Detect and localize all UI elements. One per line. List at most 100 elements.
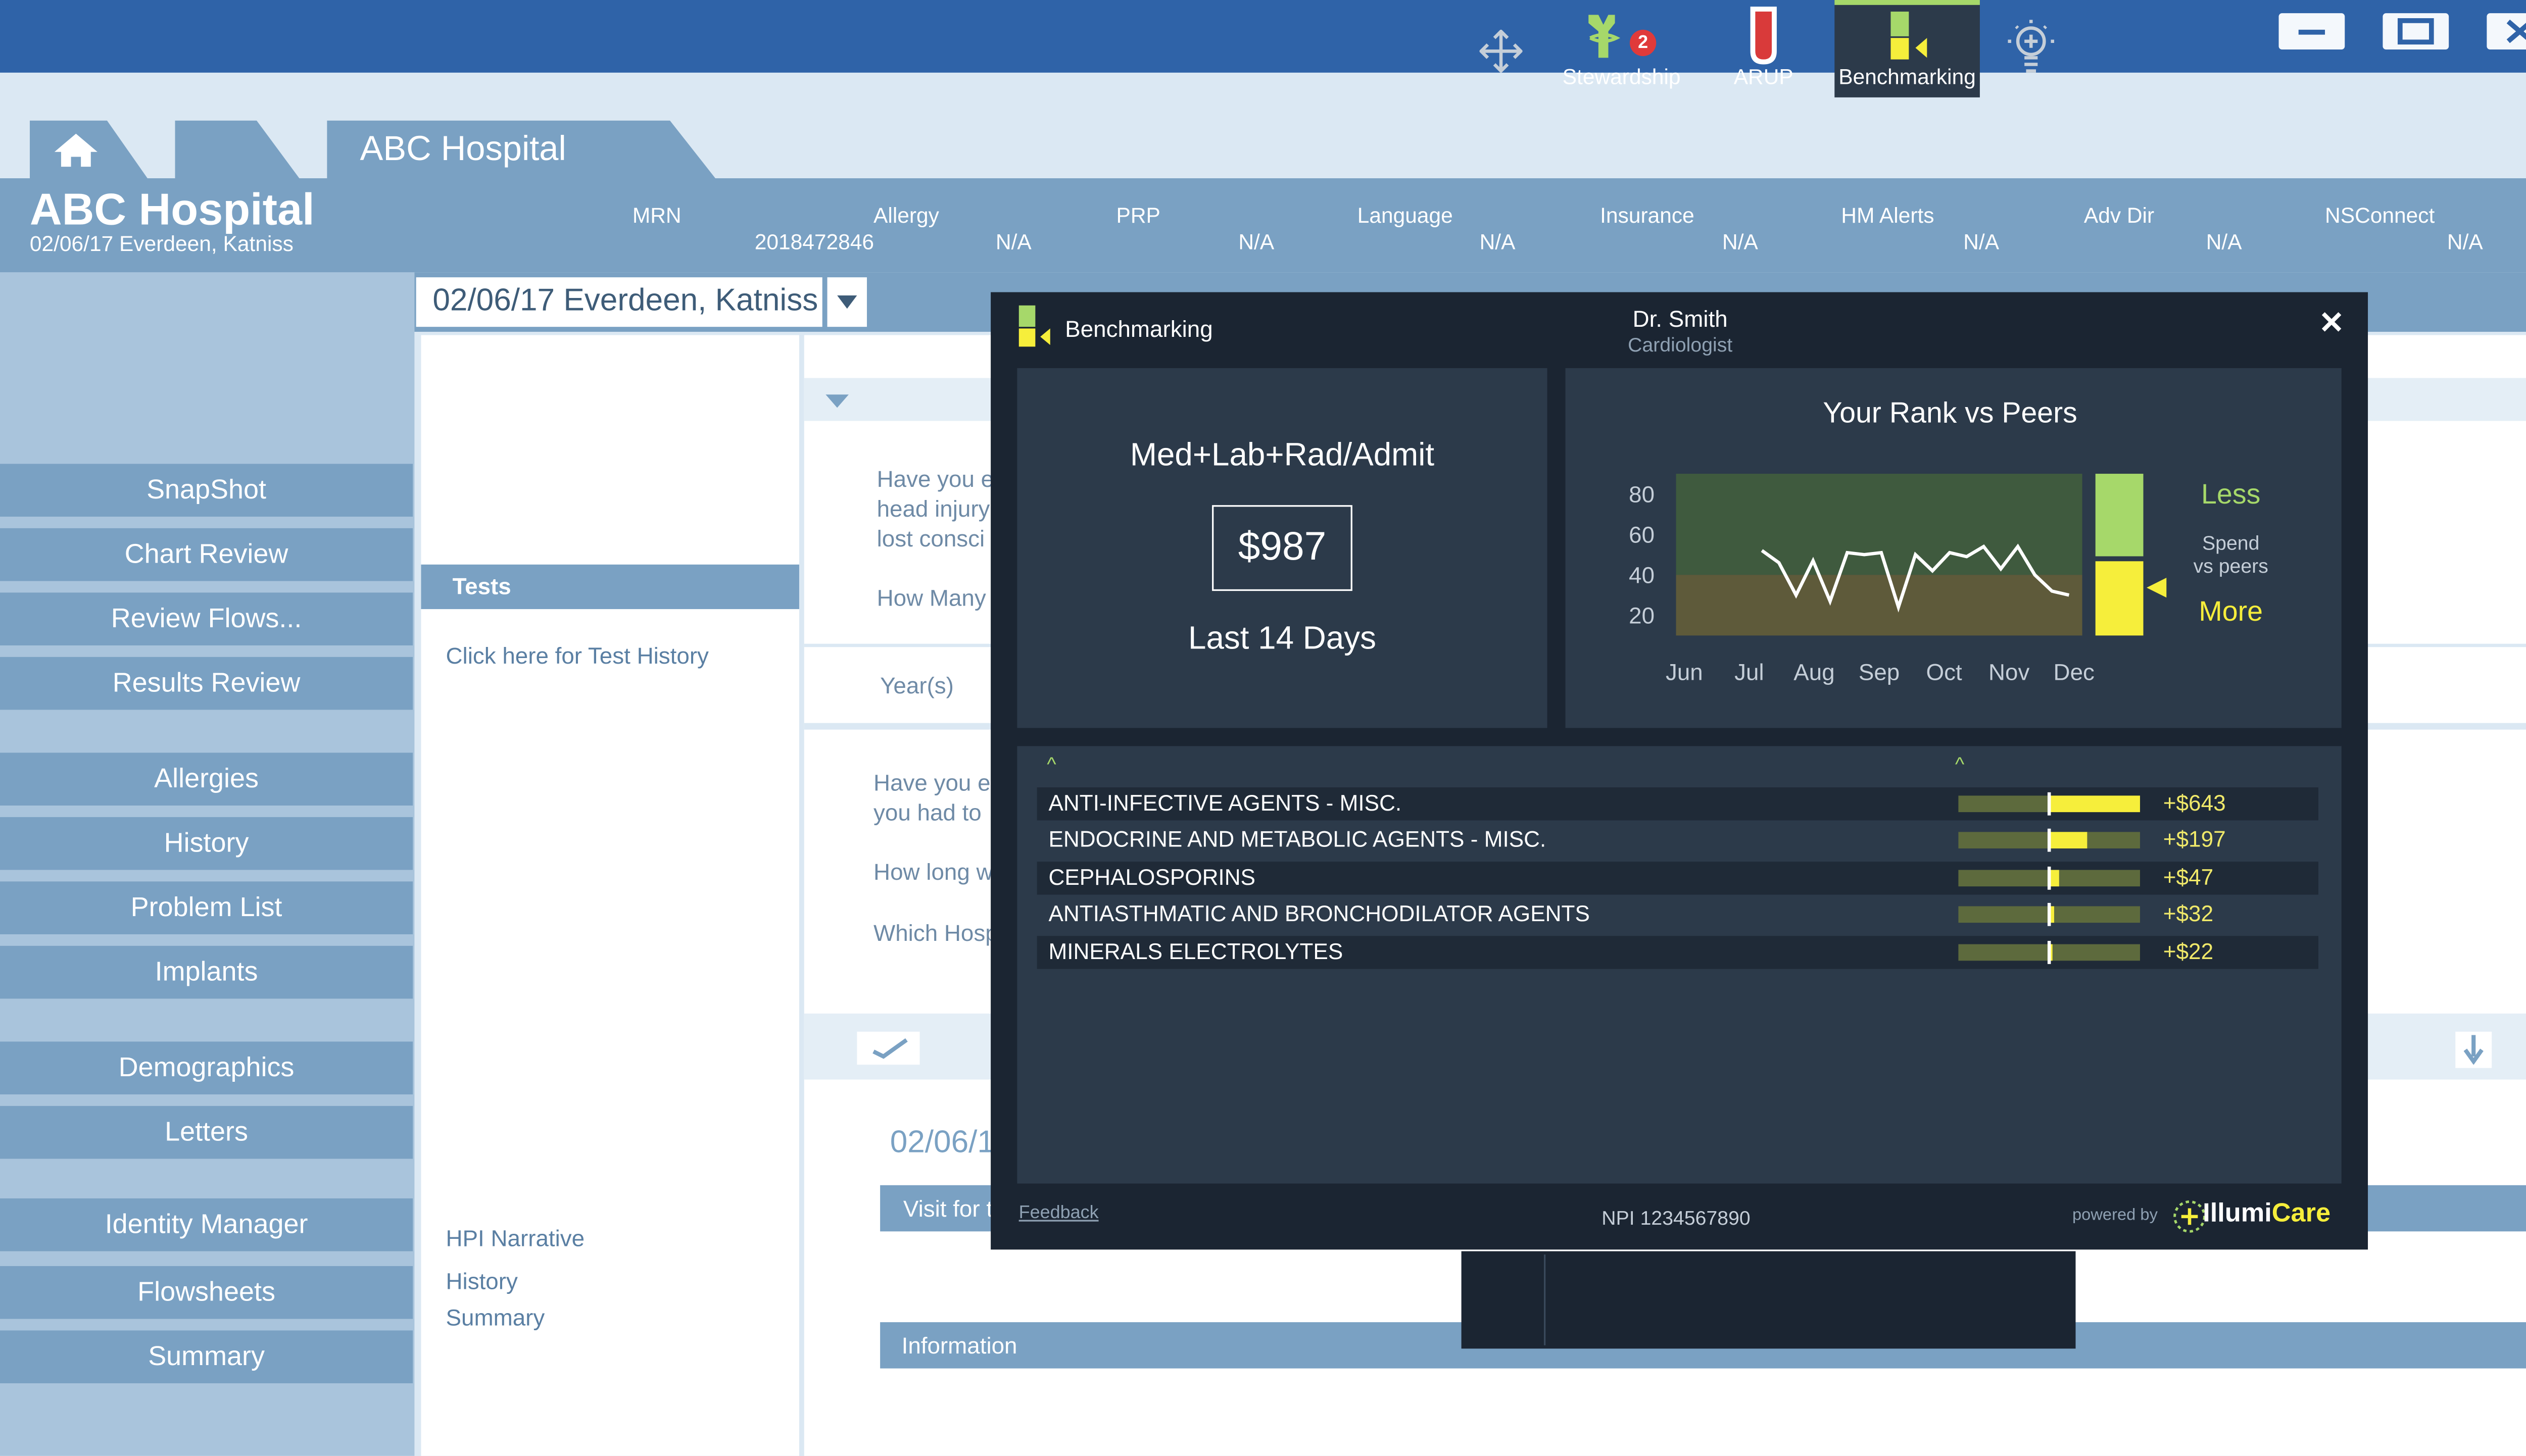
insurance-value: N/A [1722, 229, 1758, 255]
x-tick-label: Sep [1859, 660, 1900, 685]
move-down-button[interactable] [2455, 1031, 2492, 1068]
question-2b: you had to [873, 798, 982, 826]
feedback-link[interactable]: Feedback [1019, 1203, 1099, 1223]
drug-row[interactable]: ENDOCRINE AND METABOLIC AGENTS - MISC. +… [1037, 824, 2318, 857]
overlay-title: Benchmarking [1065, 315, 1213, 342]
hm-alerts-label: HM Alerts [1841, 203, 1934, 228]
less-spend-bar [2095, 474, 2144, 557]
question-1a: Have you e [877, 465, 994, 492]
app-dock [1461, 1251, 2076, 1349]
question-which-hospital: Which Hosp [873, 919, 998, 946]
drug-row[interactable]: ANTIASTHMATIC AND BRONCHODILATOR AGENTS … [1037, 898, 2318, 931]
language-label: Language [1357, 203, 1453, 228]
dock-arup[interactable]: ARUP [1701, 0, 1826, 97]
more-spend-bar [2095, 561, 2144, 636]
tab-abc-hospital[interactable]: ABC Hospital [327, 120, 717, 180]
drug-name: MINERALS ELECTROLYTES [1048, 939, 1343, 964]
nav-identity-manager[interactable]: Identity Manager [0, 1198, 413, 1251]
chevron-down-icon [837, 295, 857, 309]
drug-value: +$22 [2163, 939, 2214, 964]
nav-demographics[interactable]: Demographics [0, 1041, 413, 1095]
drug-row[interactable]: CEPHALOSPORINS +$47 [1037, 862, 2318, 895]
test-tube-icon [1750, 7, 1777, 65]
hm-alerts-value: N/A [1963, 229, 2000, 255]
sort-caret[interactable]: ^ [1955, 752, 1964, 776]
nav-summary[interactable]: Summary [0, 1330, 413, 1384]
collapse-icon[interactable] [825, 394, 849, 409]
bar-midline [2047, 902, 2051, 926]
arup-label: ARUP [1733, 64, 1793, 89]
dock-divider [1544, 1254, 1546, 1345]
x-tick-label: Nov [1988, 660, 2029, 685]
question-2a: Have you e [873, 769, 991, 796]
move-tool[interactable] [1462, 0, 1542, 97]
npi-label: NPI 1234567890 [1601, 1207, 1751, 1230]
patient-selector[interactable]: 02/06/17 Everdeen, Katniss [416, 277, 822, 327]
lightbulb-icon [2008, 20, 2055, 73]
nav-flowsheets[interactable]: Flowsheets [0, 1266, 413, 1319]
drug-row[interactable]: MINERALS ELECTROLYTES +$22 [1037, 936, 2318, 969]
test-history-link[interactable]: Click here for Test History [446, 642, 708, 668]
question-1c: lost consci [877, 525, 985, 551]
spend-bar [1958, 941, 2140, 964]
maximize-button[interactable] [2383, 13, 2449, 50]
dock-ideas[interactable] [1985, 0, 2076, 97]
close-icon [2506, 19, 2526, 43]
drug-value: +$32 [2163, 901, 2214, 926]
close-window-button[interactable] [2487, 13, 2526, 50]
nav-snapshot[interactable]: SnapShot [0, 464, 413, 517]
drug-value: +$47 [2163, 865, 2214, 890]
confirm-button[interactable] [857, 1031, 920, 1065]
nav-review-flows[interactable]: Review Flows... [0, 592, 413, 645]
nav-chart-review[interactable]: Chart Review [0, 528, 413, 581]
nav-problem-list[interactable]: Problem List [0, 881, 413, 934]
allergy-value: N/A [995, 229, 1032, 255]
nav-allergies[interactable]: Allergies [0, 752, 413, 806]
stewardship-label: Stewardship [1562, 64, 1681, 89]
nav-implants[interactable]: Implants [0, 945, 413, 999]
drug-name: ENDOCRINE AND METABOLIC AGENTS - MISC. [1048, 827, 1546, 852]
minimize-button[interactable] [2278, 13, 2345, 50]
header-patient: 02/06/17 Everdeen, Katniss [29, 231, 294, 256]
insurance-label: Insurance [1600, 203, 1694, 228]
spend-bar [1958, 902, 2140, 926]
bar-midline [2047, 941, 2051, 964]
lower-band [1676, 575, 2082, 636]
drug-value: +$643 [2163, 790, 2226, 816]
patient-dropdown[interactable] [827, 277, 867, 327]
tab-home[interactable] [29, 120, 149, 180]
move-icon [1479, 29, 1523, 73]
nav-history[interactable]: History [0, 817, 413, 870]
spend-bar [1958, 828, 2140, 852]
more-label: More [2199, 595, 2263, 628]
brand-part-a: Illumi [2203, 1200, 2272, 1228]
history-link[interactable]: History [446, 1268, 517, 1294]
y-tick-label: 20 [1629, 603, 1655, 629]
active-indicator [1834, 0, 1980, 5]
years-label: Year(s) [880, 672, 954, 698]
drug-name: CEPHALOSPORINS [1048, 865, 1256, 890]
arrow-down-icon [2463, 1035, 2484, 1065]
tab-blank[interactable] [175, 120, 301, 180]
hpi-narrative-link[interactable]: HPI Narrative [446, 1225, 585, 1251]
summary-link[interactable]: Summary [446, 1304, 545, 1330]
sort-caret[interactable]: ^ [1047, 752, 1056, 776]
question-how-long: How long w [873, 858, 993, 885]
x-tick-label: Dec [2054, 660, 2095, 685]
close-overlay-icon[interactable] [2320, 310, 2343, 333]
mrn-value: 2018472846 [754, 229, 875, 255]
drug-row[interactable]: ANTI-INFECTIVE AGENTS - MISC. +$643 [1037, 787, 2318, 821]
benchmarking-logo-icon [1018, 305, 1050, 347]
dock-benchmarking[interactable]: Benchmarking [1834, 0, 1980, 97]
x-tick-label: Oct [1926, 660, 1962, 685]
bar-midline [2047, 792, 2051, 816]
nav-letters[interactable]: Letters [0, 1106, 413, 1159]
dock-stewardship[interactable]: 2 Stewardship [1547, 0, 1696, 97]
less-label: Less [2201, 478, 2261, 510]
metric-period: Last 14 Days [1188, 620, 1376, 657]
x-tick-label: Aug [1793, 660, 1834, 685]
metric-label: Med+Lab+Rad/Admit [1130, 437, 1435, 474]
nsconnect-label: NSConnect [2325, 203, 2435, 228]
nav-results-review[interactable]: Results Review [0, 657, 413, 710]
adv-dir-value: N/A [2206, 229, 2242, 255]
